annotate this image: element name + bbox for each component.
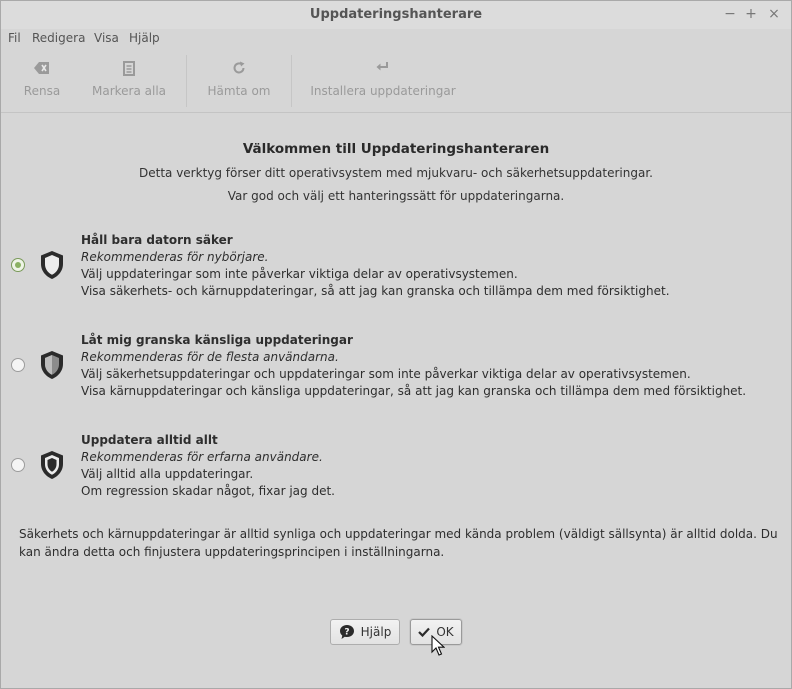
- option-title: Låt mig granska känsliga uppdateringar: [81, 333, 353, 347]
- option-description: Visa kärnuppdateringar och känsliga uppd…: [81, 384, 747, 398]
- maximize-button[interactable]: +: [743, 6, 759, 22]
- help-button-label: Hjälp: [360, 625, 392, 639]
- radio-keep-safe[interactable]: [11, 258, 25, 272]
- menu-file[interactable]: Fil: [8, 31, 21, 45]
- enter-icon: [376, 62, 388, 71]
- window-title: Uppdateringshanterare: [309, 7, 483, 22]
- install-updates-label: Installera uppdateringar: [310, 84, 456, 98]
- option-description: Visa säkerhets- och kärnuppdateringar, s…: [81, 284, 670, 298]
- titlebar[interactable]: Uppdateringshanterare − + ×: [1, 1, 791, 29]
- toolbar-separator: [186, 55, 187, 107]
- radio-review-sensitive[interactable]: [11, 358, 25, 372]
- option-title: Uppdatera alltid allt: [81, 433, 218, 447]
- toolbar-separator: [291, 55, 292, 107]
- backspace-icon: [34, 62, 49, 74]
- checkmark-icon: [418, 627, 431, 637]
- clear-label: Rensa: [23, 84, 61, 98]
- help-icon: ?: [339, 625, 354, 639]
- update-manager-window: Uppdateringshanterare − + × Fil Redigera…: [0, 0, 792, 689]
- radio-update-everything[interactable]: [11, 458, 25, 472]
- refresh-icon: [233, 61, 245, 74]
- menubar: Fil Redigera Visa Hjälp: [1, 29, 791, 49]
- close-button[interactable]: ×: [766, 6, 782, 22]
- option-description: Välj alltid alla uppdateringar.: [81, 467, 254, 481]
- document-icon: [123, 61, 135, 76]
- option-recommendation: Rekommenderas för de flesta användarna.: [81, 350, 339, 364]
- option-description: Om regression skadar något, fixar jag de…: [81, 484, 335, 498]
- menu-help[interactable]: Hjälp: [129, 31, 160, 45]
- intro-text: Detta verktyg förser ditt operativsystem…: [139, 166, 653, 180]
- info-note: Säkerhets och kärnuppdateringar är allti…: [19, 527, 778, 559]
- select-all-button[interactable]: Markera alla: [87, 51, 171, 111]
- mouse-cursor-icon: [431, 635, 445, 656]
- option-update-everything[interactable]: Uppdatera alltid allt Rekommenderas för …: [81, 432, 781, 500]
- minimize-button[interactable]: −: [722, 6, 738, 22]
- refresh-button[interactable]: Hämta om: [204, 51, 274, 111]
- option-keep-safe[interactable]: Håll bara datorn säker Rekommenderas för…: [81, 232, 781, 300]
- shield-full-icon: [41, 451, 63, 479]
- instruction-text: Var god och välj ett hanteringssätt för …: [227, 189, 565, 203]
- option-recommendation: Rekommenderas för erfarna användare.: [81, 450, 323, 464]
- option-title: Håll bara datorn säker: [81, 233, 233, 247]
- shield-empty-icon: [41, 251, 63, 279]
- menu-edit[interactable]: Redigera: [32, 31, 85, 45]
- install-updates-button[interactable]: Installera uppdateringar: [307, 51, 459, 111]
- welcome-heading: Välkommen till Uppdateringshanteraren: [242, 141, 550, 157]
- select-all-label: Markera alla: [91, 84, 167, 98]
- svg-text:?: ?: [344, 628, 349, 638]
- help-button[interactable]: ? Hjälp: [330, 619, 400, 645]
- clear-button[interactable]: Rensa: [11, 51, 73, 111]
- option-review-sensitive[interactable]: Låt mig granska känsliga uppdateringar R…: [81, 332, 781, 400]
- refresh-label: Hämta om: [207, 84, 271, 98]
- menu-view[interactable]: Visa: [94, 31, 119, 45]
- option-description: Välj uppdateringar som inte påverkar vik…: [81, 267, 518, 281]
- shield-half-icon: [41, 351, 63, 379]
- option-recommendation: Rekommenderas för nybörjare.: [81, 250, 269, 264]
- option-description: Välj säkerhetsuppdateringar och uppdater…: [81, 367, 691, 381]
- toolbar: Rensa Markera alla Hämta om Installera u…: [1, 51, 791, 113]
